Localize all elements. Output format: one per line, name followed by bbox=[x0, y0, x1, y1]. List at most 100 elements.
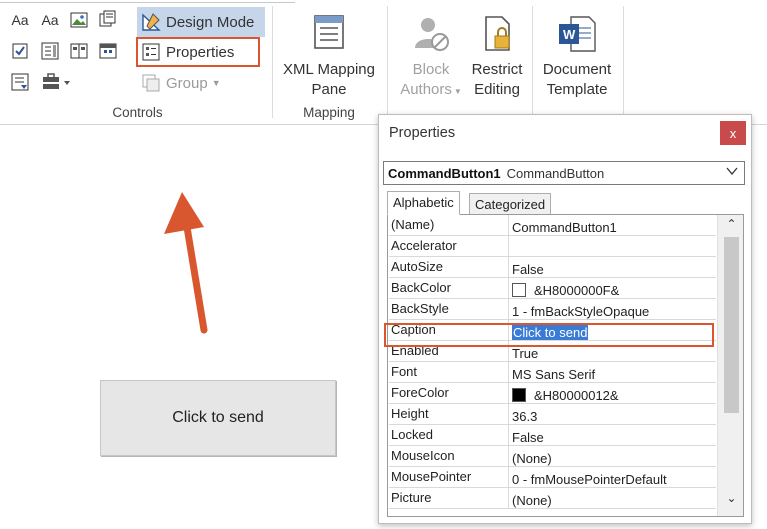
column-divider bbox=[508, 383, 509, 404]
block-authors-button: Block Authors ▼ bbox=[397, 14, 465, 102]
property-name: BackStyle bbox=[391, 301, 449, 316]
tab-categorized[interactable]: Categorized bbox=[469, 193, 552, 215]
document-template-label-line2: Template bbox=[546, 81, 608, 98]
rich-text-control-icon[interactable]: Aa bbox=[10, 10, 30, 30]
group-separator bbox=[272, 6, 273, 118]
property-row[interactable]: Font MS Sans Serif bbox=[389, 362, 716, 383]
plain-text-control-icon[interactable]: Aa bbox=[40, 10, 60, 30]
xml-mapping-icon bbox=[309, 14, 349, 54]
property-row[interactable]: MousePointer 0 - fmMousePointerDefault bbox=[389, 467, 716, 488]
properties-window-title: Properties bbox=[389, 125, 456, 141]
property-row[interactable]: Locked False bbox=[389, 425, 716, 446]
property-value[interactable]: False bbox=[512, 427, 712, 447]
word-document-icon: W bbox=[557, 14, 597, 54]
restrict-editing-icon bbox=[477, 14, 517, 54]
property-row[interactable]: ForeColor &H80000012& bbox=[389, 383, 716, 404]
property-value[interactable]: (None) bbox=[512, 490, 712, 510]
property-value-text: &H8000000F& bbox=[534, 282, 620, 298]
property-value[interactable]: True bbox=[512, 343, 712, 363]
property-value-selected-text: Click to send bbox=[512, 324, 589, 340]
property-value[interactable]: False bbox=[512, 259, 712, 279]
property-name: MouseIcon bbox=[391, 448, 455, 463]
property-grid-scrollbar[interactable]: ⌃ ⌄ bbox=[717, 215, 743, 516]
scroll-down-icon[interactable]: ⌄ bbox=[718, 491, 743, 509]
property-row[interactable]: Height 36.3 bbox=[389, 404, 716, 425]
property-value[interactable]: MS Sans Serif bbox=[512, 364, 712, 384]
property-row[interactable]: BackColor &H8000000F& bbox=[389, 278, 716, 299]
property-row[interactable]: Caption Click to send bbox=[389, 320, 716, 341]
checkbox-control-icon[interactable] bbox=[10, 41, 30, 61]
restrict-editing-button[interactable]: Restrict Editing bbox=[466, 14, 528, 100]
property-name: Caption bbox=[391, 322, 436, 337]
property-name: BackColor bbox=[391, 280, 451, 295]
property-row[interactable]: Enabled True bbox=[389, 341, 716, 362]
xml-mapping-label-line2: Pane bbox=[311, 81, 347, 98]
picture-control-icon[interactable] bbox=[69, 10, 89, 30]
property-name: (Name) bbox=[391, 217, 435, 232]
property-name: Picture bbox=[391, 490, 432, 505]
document-template-button[interactable]: W Document Template bbox=[537, 14, 617, 100]
property-name: Font bbox=[391, 364, 418, 379]
repeating-section-control-icon[interactable] bbox=[10, 72, 30, 92]
property-value[interactable] bbox=[512, 238, 712, 258]
property-value-text: CommandButton1 bbox=[512, 219, 617, 235]
mapping-group-label: Mapping bbox=[303, 105, 355, 120]
column-divider bbox=[508, 257, 509, 278]
legacy-tools-icon[interactable] bbox=[40, 72, 74, 92]
property-row[interactable]: MouseIcon (None) bbox=[389, 446, 716, 467]
property-row[interactable]: AutoSize False bbox=[389, 257, 716, 278]
column-divider bbox=[508, 278, 509, 299]
property-value[interactable]: &H80000012& bbox=[512, 385, 712, 405]
command-button[interactable]: Click to send bbox=[100, 380, 336, 456]
design-mode-label: Design Mode bbox=[166, 13, 255, 31]
group-icon bbox=[141, 73, 161, 93]
color-swatch bbox=[512, 283, 526, 297]
property-name: Height bbox=[391, 406, 429, 421]
xml-mapping-pane-button[interactable]: XML Mapping Pane bbox=[277, 14, 381, 100]
chevron-down-icon bbox=[726, 167, 738, 176]
object-type: CommandButton bbox=[506, 165, 605, 181]
property-grid: (Name) CommandButton1 Accelerator AutoSize F… bbox=[387, 214, 744, 517]
property-row[interactable]: Picture (None) bbox=[389, 488, 716, 509]
column-divider bbox=[508, 467, 509, 488]
tab-alphabetic[interactable]: Alphabetic bbox=[387, 191, 460, 215]
property-value[interactable]: (None) bbox=[512, 448, 712, 468]
scroll-up-icon[interactable]: ⌃ bbox=[718, 217, 743, 235]
property-value[interactable]: Click to send bbox=[512, 322, 712, 342]
color-swatch bbox=[512, 388, 526, 402]
scroll-thumb[interactable] bbox=[724, 237, 739, 413]
column-divider bbox=[508, 341, 509, 362]
building-block-control-icon[interactable] bbox=[98, 9, 118, 29]
chevron-down-icon: ▼ bbox=[453, 87, 462, 96]
property-value[interactable]: 0 - fmMousePointerDefault bbox=[512, 469, 712, 489]
property-value[interactable]: 36.3 bbox=[512, 406, 712, 426]
property-value-text: True bbox=[512, 345, 539, 361]
group-separator bbox=[387, 6, 388, 118]
design-mode-button[interactable]: Design Mode bbox=[137, 7, 265, 37]
property-value[interactable]: &H8000000F& bbox=[512, 280, 712, 300]
property-name: Locked bbox=[391, 427, 433, 442]
object-selector-dropdown[interactable]: CommandButton1 CommandButton bbox=[383, 161, 745, 185]
restrict-editing-label-line1: Restrict bbox=[471, 61, 523, 78]
property-value-text: MS Sans Serif bbox=[512, 366, 596, 382]
property-row[interactable]: Accelerator bbox=[389, 236, 716, 257]
combo-box-control-icon[interactable] bbox=[40, 41, 60, 61]
column-divider bbox=[508, 320, 509, 341]
properties-icon bbox=[141, 42, 161, 62]
property-name: AutoSize bbox=[391, 259, 444, 274]
property-name: ForeColor bbox=[391, 385, 449, 400]
ribbon: Aa Aa Design Mode Properties Group ▼ Con… bbox=[0, 0, 767, 125]
group-label: Group bbox=[166, 74, 208, 92]
properties-button[interactable]: Properties bbox=[136, 37, 260, 67]
drop-down-list-control-icon[interactable] bbox=[69, 41, 89, 61]
tab-strip-edge bbox=[0, 0, 295, 3]
property-value[interactable]: CommandButton1 bbox=[512, 217, 712, 237]
property-row[interactable]: BackStyle 1 - fmBackStyleOpaque bbox=[389, 299, 716, 320]
property-value[interactable]: 1 - fmBackStyleOpaque bbox=[512, 301, 712, 321]
property-name: Accelerator bbox=[391, 238, 457, 253]
column-divider bbox=[508, 215, 509, 236]
date-picker-control-icon[interactable] bbox=[98, 41, 118, 61]
close-button[interactable]: x bbox=[720, 121, 746, 145]
property-row[interactable]: (Name) CommandButton1 bbox=[389, 215, 716, 236]
controls-group-label: Controls bbox=[112, 105, 163, 120]
